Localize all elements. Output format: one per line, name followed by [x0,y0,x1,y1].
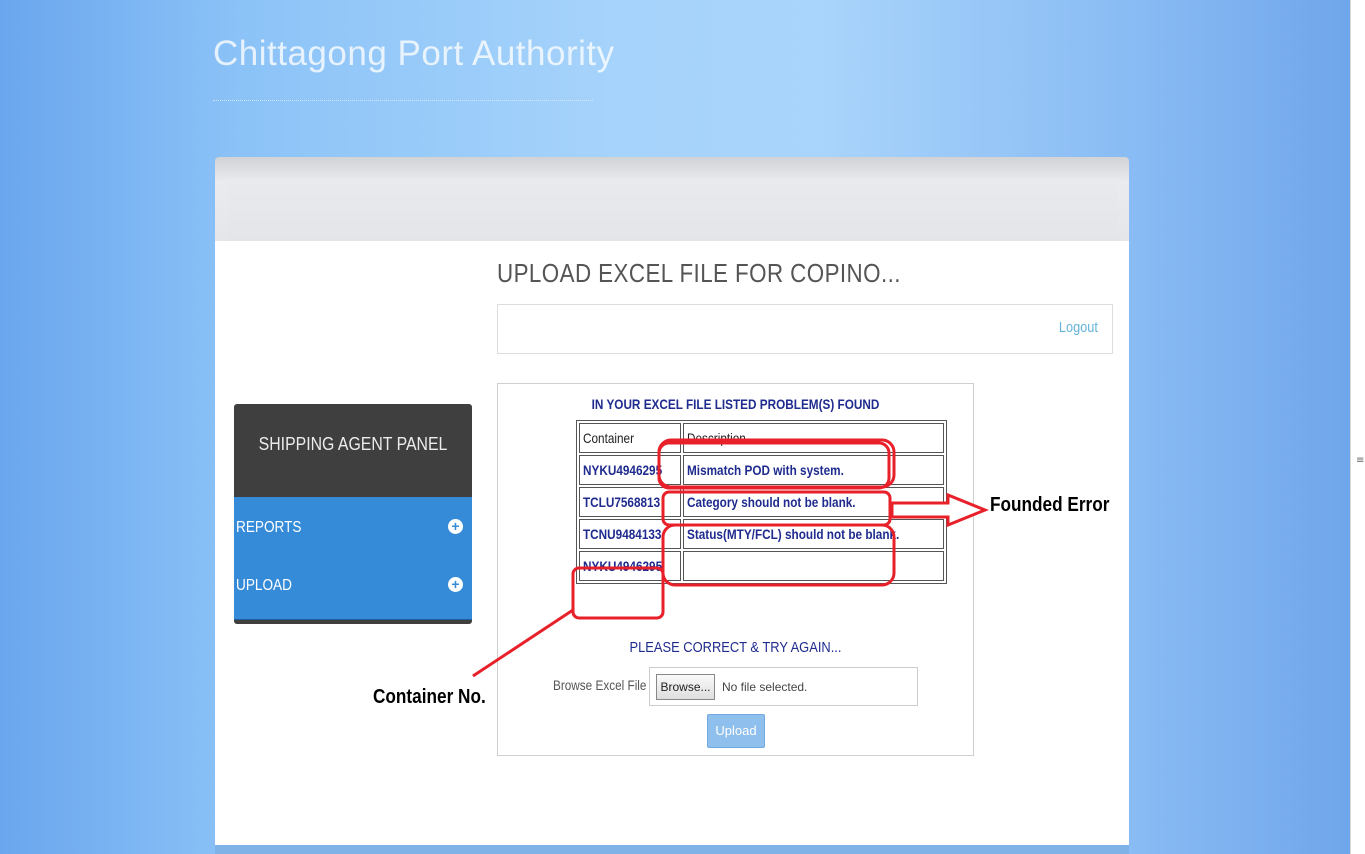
sidebar-item-label: REPORTS [236,519,302,536]
file-input[interactable]: Browse... No file selected. [649,667,918,706]
column-header-description: Description [683,423,944,453]
page-title: UPLOAD EXCEL FILE FOR COPINO... [497,258,901,288]
upload-result-panel: IN YOUR EXCEL FILE LISTED PROBLEM(S) FOU… [497,383,974,756]
table-row: TCLU7568813 Category should not be blank… [579,487,944,517]
plus-circle-icon[interactable]: + [448,577,463,592]
sidebar: SHIPPING AGENT PANEL REPORTS + UPLOAD + [234,404,472,624]
top-nav-bar: Logout [497,304,1113,354]
table-header-row: Container Description [579,423,944,453]
browse-label: Browse Excel File [553,677,647,693]
table-row: TCNU9484133 Status(MTY/FCL) should not b… [579,519,944,549]
annotation-container-no: Container No. [373,686,486,708]
scroll-grip-icon: ≡ [1356,455,1365,466]
description-cell [683,551,944,581]
description-cell: Status(MTY/FCL) should not be blank. [683,519,944,549]
panel-header-bar [228,178,1118,241]
retry-message: PLEASE CORRECT & TRY AGAIN... [629,639,842,656]
container-cell: TCLU7568813 [579,487,682,517]
description-cell: Category should not be blank. [683,487,944,517]
sidebar-item-upload[interactable]: UPLOAD + [234,555,472,620]
site-title: Chittagong Port Authority [213,34,615,73]
sidebar-title: SHIPPING AGENT PANEL [258,434,448,454]
description-cell: Mismatch POD with system. [683,455,944,485]
panel-footer [215,845,1129,854]
annotation-founded-error: Founded Error [990,494,1110,516]
table-row: NYKU4946295 Mismatch POD with system. [579,455,944,485]
upload-button[interactable]: Upload [707,714,765,748]
error-table: Container Description NYKU4946295 Mismat… [576,420,947,584]
title-divider [213,100,593,101]
file-status-text: No file selected. [722,680,808,694]
container-cell: NYKU4946295 [579,551,682,581]
plus-circle-icon[interactable]: + [448,519,463,534]
window-scrollbar[interactable] [1350,0,1365,854]
sidebar-item-label: UPLOAD [236,577,292,594]
logout-link[interactable]: Logout [1059,319,1098,336]
sidebar-item-reports[interactable]: REPORTS + [234,497,472,562]
table-row: NYKU4946295 [579,551,944,581]
error-heading: IN YOUR EXCEL FILE LISTED PROBLEM(S) FOU… [591,396,880,412]
container-cell: TCNU9484133 [579,519,682,549]
container-cell: NYKU4946295 [579,455,682,485]
browse-button[interactable]: Browse... [656,674,715,700]
column-header-container: Container [579,423,682,453]
